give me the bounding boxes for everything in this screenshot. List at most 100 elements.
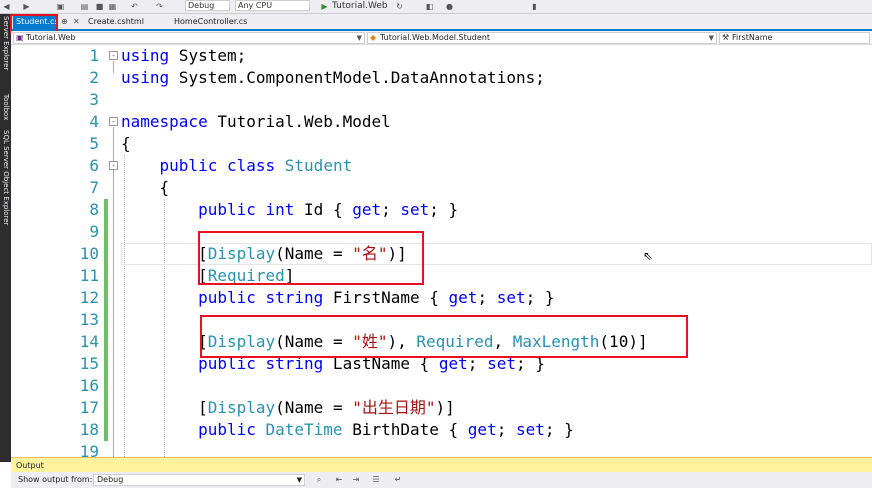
open-icon[interactable]: ▤ [80,2,89,11]
code-token: ; } [429,200,459,219]
code-line[interactable]: 2 using System.ComponentModel.DataAnnotat… [11,67,872,89]
collapse-icon[interactable]: - [109,117,118,126]
tab-label: Student.cs [16,17,59,26]
code-line[interactable]: 6 - public class Student [11,155,872,177]
code-text: public class Student [121,155,353,177]
document-tab-strip: Student.cs ⊕ ✕ Create.cshtml HomeControl… [11,14,872,31]
code-line[interactable]: 18 public DateTime BirthDate { get; set;… [11,419,872,441]
code-token: )] [435,398,455,417]
code-line[interactable]: 9 [11,221,872,243]
code-line[interactable]: 13 [11,309,872,331]
visual-studio-window: ◀ ▶ ▣ ▤ ■ ▦ ↶ ↷ Debug Any CPU ▶ Tutorial… [0,0,872,488]
close-icon[interactable]: ✕ [73,15,80,29]
collapse-icon[interactable]: - [109,51,118,60]
keyword-token: class [226,156,276,175]
code-editor[interactable]: 1- using System; 2 using System.ComponentMo… [11,45,872,457]
code-line[interactable]: 4 - namespace Tutorial.Web.Model [11,111,872,133]
code-line[interactable]: 10 [Display(Name = "名")] [11,243,872,265]
code-text: [Display(Name = "名")] [121,243,407,265]
keyword-token: set [496,288,526,307]
code-token: FirstName { [323,288,449,307]
code-token: System; [169,46,247,65]
collapse-icon[interactable]: - [109,161,118,170]
keyword-token: set [487,354,516,373]
pin-icon[interactable]: ⊕ [61,15,68,29]
output-panel-header[interactable]: Output [11,457,872,472]
code-line[interactable]: 15 public string LastName { get; set; } [11,353,872,375]
run-target[interactable]: Tutorial.Web [332,0,388,12]
csharp-project-icon: ▣ [16,33,24,42]
code-text: namespace Tutorial.Web.Model [121,111,391,133]
go-next-icon[interactable]: ⇥ [351,475,361,485]
code-line[interactable]: 1 - using System; [11,45,872,67]
toolbox-tab[interactable]: Toolbox [1,94,10,120]
browser-icon[interactable]: ◧ [425,2,434,11]
tab-homecontroller-cs[interactable]: HomeController.cs [171,15,250,29]
go-previous-icon[interactable]: ⇤ [334,475,344,485]
save-all-icon[interactable]: ▦ [108,2,117,11]
code-token: (Name = [275,244,353,263]
code-token: Tutorial.Web.Model [207,112,391,131]
class-dropdown[interactable]: ◆ Tutorial.Web.Model.Student ▼ [367,32,717,44]
keyword-token: string [265,354,324,373]
tab-create-cshtml[interactable]: Create.cshtml [85,15,147,29]
line-number: 13 [79,310,99,329]
change-marker [104,221,108,243]
word-wrap-icon[interactable]: ↵ [393,475,403,485]
line-number: 17 [79,398,99,417]
type-token: Display [207,332,276,351]
back-icon[interactable]: ◀ [2,2,11,11]
code-line[interactable]: 3 [11,89,872,111]
string-token: "姓" [352,332,388,351]
tab-student-cs[interactable]: Student.cs [13,15,59,29]
chevron-down-icon: ▼ [356,34,362,42]
breakpoint-icon[interactable]: ● [445,2,454,11]
change-marker [104,243,108,265]
code-line[interactable]: 11 [Required] [11,265,872,287]
code-line[interactable]: 17 [Display(Name = "出生日期")] [11,397,872,419]
code-line[interactable]: 16 [11,375,872,397]
redo-icon[interactable]: ↷ [155,2,164,11]
code-token: ; [381,200,401,219]
member-dropdown[interactable]: ⚒ FirstName [719,32,870,44]
save-icon[interactable]: ■ [95,2,104,11]
code-line[interactable]: 19 [11,441,872,457]
keyword-token: int [265,200,295,219]
line-number: 16 [79,376,99,395]
change-marker [104,331,108,353]
configuration-select[interactable]: Debug [185,0,230,11]
code-token: { [121,134,131,153]
change-marker [104,265,108,287]
server-explorer-tab[interactable]: Server Explorer [1,16,10,70]
class-value: Tutorial.Web.Model.Student [380,33,490,42]
line-number: 9 [89,222,99,241]
output-source-select[interactable]: Debug ▼ [93,474,305,486]
code-line[interactable]: 7 { [11,177,872,199]
project-dropdown[interactable]: ▣ Tutorial.Web ▼ [13,32,365,44]
bookmark-icon[interactable]: ▮ [530,2,539,11]
code-line[interactable]: 5{ [11,133,872,155]
new-project-icon[interactable]: ▣ [56,2,65,11]
undo-icon[interactable]: ↶ [130,2,139,11]
side-tool-strip: Server Explorer Toolbox SQL Server Objec… [0,14,11,462]
find-icon[interactable]: ⌕ [314,475,324,485]
code-line[interactable]: 12 public string FirstName { get; set; } [11,287,872,309]
code-line[interactable]: 8 public int Id { get; set; } [11,199,872,221]
code-line[interactable]: 14 [Display(Name = "姓"), Required, MaxLe… [11,331,872,353]
run-icon[interactable]: ▶ [320,2,329,11]
refresh-icon[interactable]: ↻ [395,2,404,11]
clear-all-icon[interactable]: ☰ [371,475,381,485]
code-token: [ [121,266,208,285]
code-token: ; [496,420,516,439]
configuration-value: Debug [188,1,215,10]
output-title: Output [16,461,44,470]
code-token: System.ComponentModel.DataAnnotations; [169,68,545,87]
platform-select[interactable]: Any CPU [235,0,310,11]
forward-icon[interactable]: ▶ [22,2,31,11]
sql-server-object-explorer-tab[interactable]: SQL Server Object Explorer [1,130,10,225]
